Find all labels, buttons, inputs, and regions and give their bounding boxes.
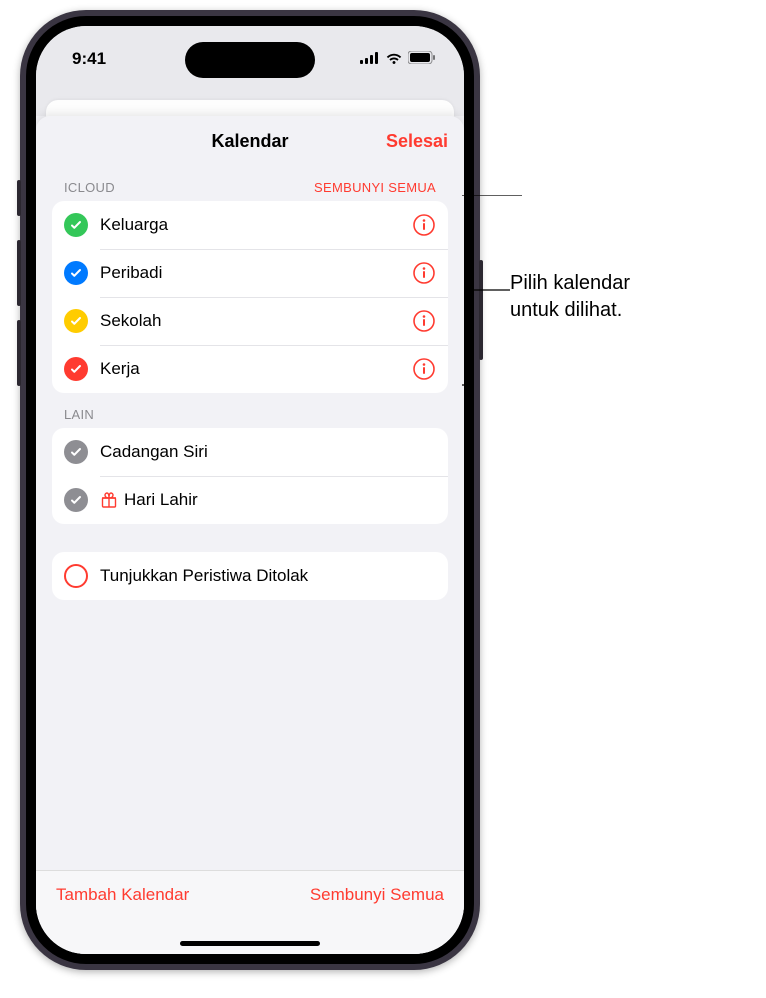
section-label-icloud: ICLOUD [64,180,115,195]
callout-line: untuk dilihat. [510,297,630,324]
check-icon[interactable] [64,357,88,381]
callout-text: Pilih kalendar untuk dilihat. [510,270,630,324]
status-time: 9:41 [72,49,106,69]
calendar-row-sekolah[interactable]: Sekolah [52,297,448,345]
side-button-vol-up [17,240,21,306]
side-button-silence [17,180,21,216]
calendar-row-kerja[interactable]: Kerja [52,345,448,393]
add-calendar-button[interactable]: Tambah Kalendar [56,885,189,905]
section-label-lain: LAIN [64,407,94,422]
declined-group: Tunjukkan Peristiwa Ditolak [52,552,448,600]
declined-label: Tunjukkan Peristiwa Ditolak [100,566,436,586]
check-icon[interactable] [64,488,88,512]
info-icon[interactable] [412,261,436,285]
calendar-label: Keluarga [100,215,412,235]
check-icon[interactable] [64,309,88,333]
check-icon[interactable] [64,213,88,237]
dynamic-island [185,42,315,78]
battery-icon [408,49,436,69]
calendar-row-keluarga[interactable]: Keluarga [52,201,448,249]
done-button[interactable]: Selesai [386,131,448,152]
screen: 9:41 [36,26,464,954]
section-header-icloud: ICLOUD SEMBUNYI SEMUA [52,166,448,201]
section-header-lain: LAIN [52,393,448,428]
info-icon[interactable] [412,357,436,381]
calendar-row-peribadi[interactable]: Peribadi [52,249,448,297]
calendar-row-birthday[interactable]: Hari Lahir [52,476,448,524]
sheet-header: Kalendar Selesai [36,116,464,166]
gift-icon [100,491,118,509]
icloud-group: Keluarga Peribadi [52,201,448,393]
hide-all-button[interactable]: Sembunyi Semua [310,885,444,905]
callout-line: Pilih kalendar [510,270,630,297]
sheet-title: Kalendar [211,131,288,152]
lain-group: Cadangan Siri Hari Lahir [52,428,448,524]
calendar-label: Peribadi [100,263,412,283]
calendar-label: Sekolah [100,311,412,331]
check-icon[interactable] [64,261,88,285]
info-icon[interactable] [412,309,436,333]
wifi-icon [385,49,403,69]
check-icon[interactable] [64,440,88,464]
calendar-label: Hari Lahir [124,490,436,510]
side-button-vol-down [17,320,21,386]
iphone-frame: 9:41 [20,10,480,970]
calendar-sheet: Kalendar Selesai ICLOUD SEMBUNYI SEMUA [36,116,464,954]
info-icon[interactable] [412,213,436,237]
calendar-label: Cadangan Siri [100,442,436,462]
home-indicator[interactable] [180,941,320,946]
sheet-content[interactable]: ICLOUD SEMBUNYI SEMUA Keluarga [36,166,464,870]
hide-all-icloud-button[interactable]: SEMBUNYI SEMUA [314,180,436,195]
cellular-icon [360,49,380,69]
show-declined-row[interactable]: Tunjukkan Peristiwa Ditolak [52,552,448,600]
calendar-row-siri[interactable]: Cadangan Siri [52,428,448,476]
check-icon-unchecked[interactable] [64,564,88,588]
calendar-label: Kerja [100,359,412,379]
